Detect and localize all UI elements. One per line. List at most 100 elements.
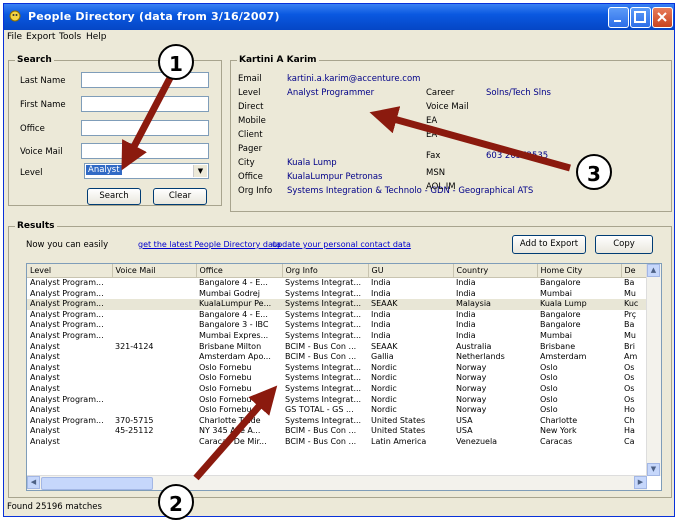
column-header[interactable]: Voice Mail [112, 264, 197, 278]
add-to-export-button[interactable]: Add to Export [512, 235, 586, 254]
level-select[interactable]: Analyst ▼ [84, 163, 209, 179]
column-header[interactable]: Office [196, 264, 283, 278]
table-cell [112, 395, 196, 406]
table-row[interactable]: Analyst Program... Bangalore 3 - IBC Syste… [27, 320, 648, 331]
city-value: Kuala Lump [287, 158, 337, 168]
scroll-thumb[interactable] [41, 477, 153, 490]
close-button[interactable] [652, 7, 673, 28]
table-row[interactable]: Analyst Program... 370-5715 Charlotte Trad… [27, 416, 648, 427]
column-header[interactable]: De [621, 264, 649, 278]
table-cell: Nordic [371, 383, 397, 393]
table-cell: United States [371, 415, 426, 425]
table-cell: Bangalore [540, 309, 581, 319]
menu-tools[interactable]: Tools [59, 32, 81, 42]
table-cell: Bangalore 4 - E... [199, 309, 268, 319]
table-row[interactable]: Analyst Oslo Fornebu Systems Integrat... No… [27, 373, 648, 384]
callout-2: 2 [158, 484, 194, 520]
table-cell: Mumbai [540, 288, 572, 298]
table-row[interactable]: Analyst Program... Mumbai Godrej Systems I… [27, 289, 648, 300]
menu-help[interactable]: Help [86, 32, 107, 42]
table-cell: Am [624, 352, 638, 362]
table-cell: Ba [624, 320, 635, 330]
menu-export[interactable]: Export [26, 32, 55, 42]
table-row[interactable]: Analyst Oslo Fornebu GS TOTAL - GS ... Nord… [27, 405, 648, 416]
scroll-down-icon[interactable]: ▼ [647, 463, 660, 476]
table-row[interactable]: Analyst Program... KualaLumpur Pe... Syste… [27, 299, 648, 310]
table-cell: Analyst Program... [30, 394, 104, 404]
scroll-left-icon[interactable]: ◀ [27, 476, 40, 489]
status-text: Found 25196 matches [7, 502, 102, 512]
title-bar[interactable]: People Directory (data from 3/16/2007) [4, 4, 674, 30]
table-cell: India [371, 330, 391, 340]
clear-button[interactable]: Clear [153, 188, 207, 205]
chevron-down-icon[interactable]: ▼ [193, 165, 207, 177]
horizontal-scrollbar[interactable]: ◀ ▶ [27, 475, 647, 490]
org-info-label: Org Info [238, 186, 273, 196]
table-row[interactable]: Analyst Program... Mumbai Expres... System… [27, 331, 648, 342]
table-cell: Amsterdam Apo... [199, 352, 271, 362]
voice-mail-field[interactable] [81, 143, 209, 159]
first-name-field[interactable] [81, 96, 209, 112]
table-cell [112, 310, 196, 321]
table-row[interactable]: Analyst Program... Bangalore 4 - E... Syst… [27, 278, 648, 289]
table-row[interactable]: Analyst Oslo Fornebu Systems Integrat... No… [27, 384, 648, 395]
table-cell: Mumbai Expres... [199, 330, 269, 340]
search-button[interactable]: Search [87, 188, 141, 205]
table-cell: Mumbai Godrej [199, 288, 260, 298]
column-header[interactable]: Country [453, 264, 538, 278]
table-row[interactable]: Analyst 45-25112 NY 345 Ave A... BCIM - Bus… [27, 426, 648, 437]
table-row[interactable]: Analyst Amsterdam Apo... BCIM - Bus Con ..… [27, 352, 648, 363]
column-header[interactable]: Org Info [282, 264, 369, 278]
table-cell: Analyst Program... [30, 320, 104, 330]
table-row[interactable]: Analyst Program... Bangalore 4 - E... Syst… [27, 310, 648, 321]
table-cell: Brisbane [540, 341, 576, 351]
menu-file[interactable]: File [7, 32, 22, 42]
column-header[interactable]: GU [368, 264, 454, 278]
scroll-up-icon[interactable]: ▲ [647, 264, 660, 277]
table-cell [112, 331, 196, 342]
table-cell: Oslo [540, 383, 558, 393]
table-cell [112, 289, 196, 300]
table-cell: Analyst [30, 341, 60, 351]
table-cell: Oslo Fornebu [199, 394, 252, 404]
last-name-field[interactable] [81, 72, 209, 88]
table-cell: Analyst Program... [30, 288, 104, 298]
office-detail-value: KualaLumpur Petronas [287, 172, 383, 182]
ea-label: EA [426, 116, 438, 126]
table-cell: Mu [624, 330, 636, 340]
column-header[interactable]: Home City [537, 264, 622, 278]
table-cell: BCIM - Bus Con ... [285, 436, 357, 446]
update-contact-link[interactable]: update your personal contact data [272, 240, 411, 249]
career-value: Solns/Tech Slns [486, 88, 551, 98]
email-value[interactable]: kartini.a.karim@accenture.com [287, 74, 420, 84]
table-cell: Australia [456, 341, 492, 351]
table-cell: Oslo Fornebu [199, 362, 252, 372]
first-name-label: First Name [20, 100, 66, 110]
table-cell: BCIM - Bus Con ... [285, 426, 357, 436]
table-cell: Analyst Program... [30, 309, 104, 319]
table-cell: Charlotte Trade [199, 415, 261, 425]
table-cell: 45-25112 [115, 426, 154, 436]
minimize-button[interactable] [608, 7, 629, 28]
table-row[interactable]: Analyst Caracas De Mir... BCIM - Bus Con .… [27, 437, 648, 448]
table-row[interactable]: Analyst Oslo Fornebu Systems Integrat... No… [27, 363, 648, 374]
results-list[interactable]: Level Voice Mail Office Org Info GU Country Ho… [26, 263, 662, 491]
maximize-button[interactable] [630, 7, 651, 28]
scroll-right-icon[interactable]: ▶ [634, 476, 647, 489]
table-cell: Systems Integrat... [285, 373, 362, 383]
table-cell: Nordic [371, 362, 397, 372]
table-cell: Bangalore [540, 278, 581, 287]
maximize-icon [634, 11, 646, 23]
column-header[interactable]: Level [27, 264, 113, 278]
table-cell: SEAAK [368, 299, 453, 310]
table-row[interactable]: Analyst Program... Oslo Fornebu Systems In… [27, 395, 648, 406]
table-cell [112, 363, 196, 374]
table-row[interactable]: Analyst 321-4124 Brisbane Milton BCIM - Bus… [27, 342, 648, 353]
results-group-label: Results [15, 221, 57, 231]
office-field[interactable] [81, 120, 209, 136]
city-label: City [238, 158, 255, 168]
vertical-scrollbar[interactable]: ▲ ▼ [646, 264, 661, 476]
latest-directory-link[interactable]: get the latest People Directory data [138, 240, 281, 249]
table-cell: Systems Integrat... [285, 330, 362, 340]
copy-button[interactable]: Copy [595, 235, 653, 254]
